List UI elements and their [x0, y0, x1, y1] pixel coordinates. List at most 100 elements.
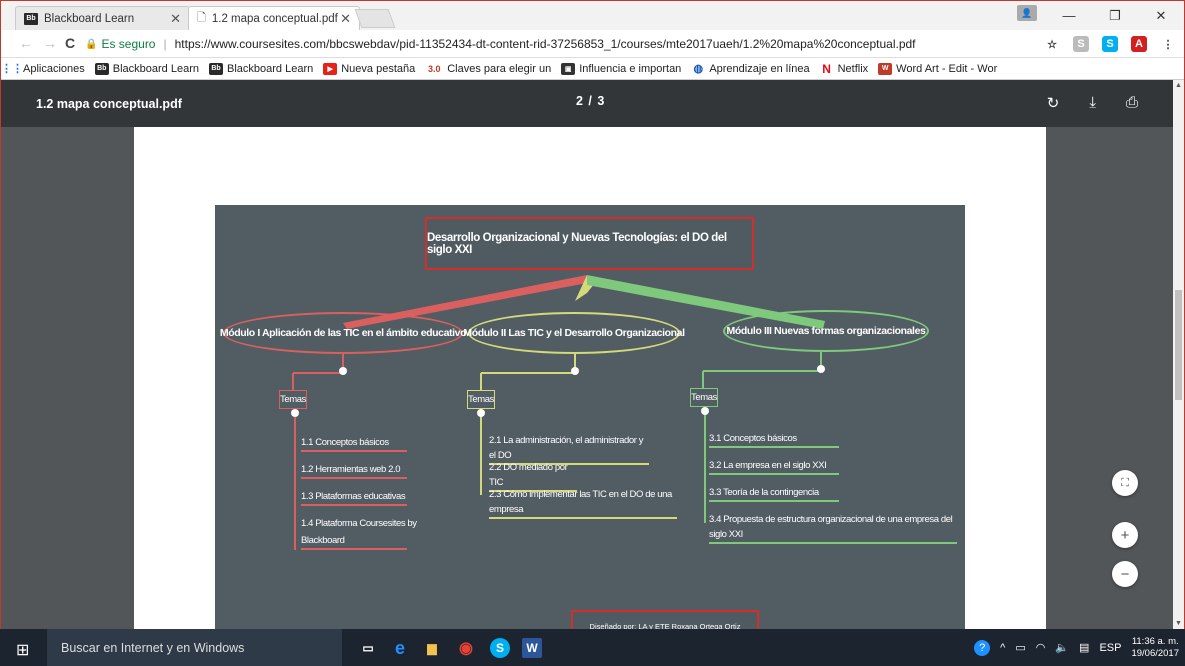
globe-icon: ◍: [693, 63, 704, 75]
bookmarks-bar: ⋮⋮ Aplicaciones Bb Blackboard Learn Bb Blac…: [1, 58, 1184, 80]
module-2-node: Módulo II Las TIC y el Desarrollo Organi…: [463, 312, 685, 354]
tab-strip: Bb Blackboard Learn ✕ 🗋 1.2 mapa concept…: [1, 1, 1184, 30]
book-icon: ▣: [561, 62, 576, 75]
forward-arrow-icon[interactable]: →: [43, 35, 57, 51]
minus-icon: −: [1120, 565, 1130, 583]
back-arrow-icon[interactable]: ←: [19, 35, 33, 51]
bookmark-nueva-pestana[interactable]: ▶ Nueva pestaña: [323, 62, 415, 75]
topic-item: Blackboard: [301, 533, 407, 550]
file-explorer-icon[interactable]: ▆: [422, 638, 442, 658]
scroll-down-icon[interactable]: ▼: [1175, 620, 1182, 627]
download-icon[interactable]: ⤓: [1089, 94, 1096, 112]
address-bar: ← → C 🔒 Es seguro | https://www.coursesi…: [1, 30, 1184, 58]
topic-item: 1.3 Plataformas educativas: [301, 489, 407, 506]
tab-blackboard[interactable]: Bb Blackboard Learn ✕: [15, 6, 190, 30]
page-indicator: 2 / 3: [576, 94, 606, 108]
apps-icon: ⋮⋮: [1, 63, 23, 75]
reload-icon[interactable]: C: [65, 35, 75, 51]
tab-pdf[interactable]: 🗋 1.2 mapa conceptual.pdf ✕: [188, 6, 360, 30]
author-credit: Diseñado por: LA y ETE Roxana Ortega Ort…: [571, 610, 759, 629]
pdf-viewer[interactable]: Desarrollo Organizacional y Nuevas Tecno…: [1, 127, 1173, 629]
notifications-icon[interactable]: ▤: [1079, 641, 1089, 654]
pdf-toolbar: 1.2 mapa conceptual.pdf 2 / 3 ↻ ⤓ ⎙: [1, 80, 1184, 127]
vertical-scrollbar[interactable]: ▲ ▼: [1173, 80, 1184, 629]
search-placeholder: Buscar en Internet y en Windows: [61, 640, 245, 655]
zoom-in-button[interactable]: +: [1112, 522, 1138, 548]
tray-expand-icon[interactable]: ^: [1000, 642, 1005, 654]
bookmark-blackboard-2[interactable]: Bb Blackboard Learn: [209, 62, 313, 75]
skype-icon[interactable]: S: [1102, 36, 1118, 52]
print-icon[interactable]: ⎙: [1126, 94, 1138, 112]
edge-icon[interactable]: e: [390, 638, 410, 658]
tab-label: 1.2 mapa conceptual.pdf: [211, 12, 338, 25]
connector-dot: [817, 365, 825, 373]
bookmark-claves[interactable]: 3.0 Claves para elegir un: [425, 63, 551, 75]
acrobat-icon[interactable]: A: [1131, 36, 1147, 52]
skype-grey-icon[interactable]: S: [1073, 36, 1089, 52]
window-controls: — ❐ ✕: [1046, 1, 1184, 30]
bookmark-word-art[interactable]: W Word Art - Edit - Wor: [878, 62, 997, 75]
pdf-title: 1.2 mapa conceptual.pdf: [36, 97, 182, 111]
rotate-icon[interactable]: ↻: [1047, 94, 1060, 112]
blackboard-icon: Bb: [94, 62, 109, 75]
topic-item: 3.1 Conceptos básicos: [709, 431, 839, 448]
connector-dot: [571, 367, 579, 375]
word-art-icon: W: [878, 62, 893, 75]
battery-icon[interactable]: ▭: [1015, 641, 1025, 654]
secure-label: Es seguro: [101, 37, 156, 51]
chrome-icon[interactable]: ◉: [456, 638, 476, 658]
help-icon[interactable]: ?: [974, 639, 991, 656]
bookmark-netflix[interactable]: N Netflix: [820, 61, 868, 76]
topic-item: 3.3 Teoría de la contingencia: [709, 485, 839, 502]
new-tab-button[interactable]: [354, 9, 396, 28]
topic-item: 2.3 Cómo implementar las TIC en el DO de…: [489, 487, 677, 519]
topics-label-1: Temas: [279, 390, 307, 409]
zoom-out-button[interactable]: −: [1112, 561, 1138, 587]
skype-taskbar-icon[interactable]: S: [490, 638, 510, 658]
close-window-icon[interactable]: ✕: [1138, 8, 1184, 24]
word-icon[interactable]: W: [522, 638, 542, 658]
connector-dot: [291, 409, 299, 417]
scroll-up-icon[interactable]: ▲: [1175, 82, 1182, 89]
minimize-icon[interactable]: —: [1046, 8, 1092, 23]
topics-label-3: Temas: [690, 388, 718, 407]
youtube-icon: ▶: [323, 62, 338, 75]
pdf-actions: ↻ ⤓ ⎙: [1047, 94, 1138, 112]
scrollbar-thumb[interactable]: [1175, 290, 1182, 400]
windows-start-icon[interactable]: ⊞: [16, 640, 29, 660]
task-view-icon[interactable]: ▭: [358, 638, 378, 658]
map-title: Desarrollo Organizacional y Nuevas Tecno…: [425, 217, 754, 270]
taskbar-search[interactable]: Buscar en Internet y en Windows: [47, 629, 342, 666]
topic-item: 1.1 Conceptos básicos: [301, 435, 407, 452]
page-icon: 🗋: [197, 12, 206, 24]
fit-page-button[interactable]: ⛶: [1112, 470, 1138, 496]
connector-dot: [339, 367, 347, 375]
url-field[interactable]: 🔒 Es seguro | https://www.coursesites.co…: [85, 34, 1085, 54]
bookmark-influencia[interactable]: ▣ Influencia e importan: [561, 62, 681, 75]
connector-dot: [477, 409, 485, 417]
wifi-icon[interactable]: ◠: [1036, 641, 1046, 654]
bookmark-blackboard-1[interactable]: Bb Blackboard Learn: [94, 62, 199, 75]
separator: |: [163, 37, 167, 51]
netflix-icon: N: [822, 61, 831, 76]
user-profile-icon[interactable]: 👤: [1017, 5, 1037, 21]
system-tray: ? ^ ▭ ◠ 🔈 ▤ ESP 11:36 a. m. 19/06/2017: [974, 629, 1185, 666]
url-text: https://www.coursesites.com/bbcswebdav/p…: [174, 37, 916, 51]
topic-item: 3.2 La empresa en el siglo XXI: [709, 458, 839, 475]
restore-icon[interactable]: ❐: [1092, 8, 1138, 24]
concept-map: Desarrollo Organizacional y Nuevas Tecno…: [215, 205, 965, 629]
clock-date: 19/06/2017: [1131, 647, 1179, 659]
bookmark-apps[interactable]: ⋮⋮ Aplicaciones: [1, 63, 85, 76]
close-tab-icon[interactable]: ✕: [170, 11, 181, 27]
blackboard-favicon-icon: Bb: [24, 12, 38, 25]
volume-icon[interactable]: 🔈: [1055, 641, 1069, 654]
bookmark-aprendizaje[interactable]: ◍ Aprendizaje en línea: [691, 63, 810, 76]
clock-time: 11:36 a. m.: [1131, 635, 1179, 647]
language-indicator[interactable]: ESP: [1099, 642, 1121, 654]
module-3-node: Módulo III Nuevas formas organizacionale…: [723, 310, 929, 352]
close-tab-icon[interactable]: ✕: [340, 11, 351, 27]
menu-icon[interactable]: ⋮: [1160, 36, 1176, 52]
clock[interactable]: 11:36 a. m. 19/06/2017: [1131, 636, 1179, 660]
star-icon[interactable]: ☆: [1044, 36, 1060, 52]
topic-item: 1.2 Herramientas web 2.0: [301, 462, 407, 479]
